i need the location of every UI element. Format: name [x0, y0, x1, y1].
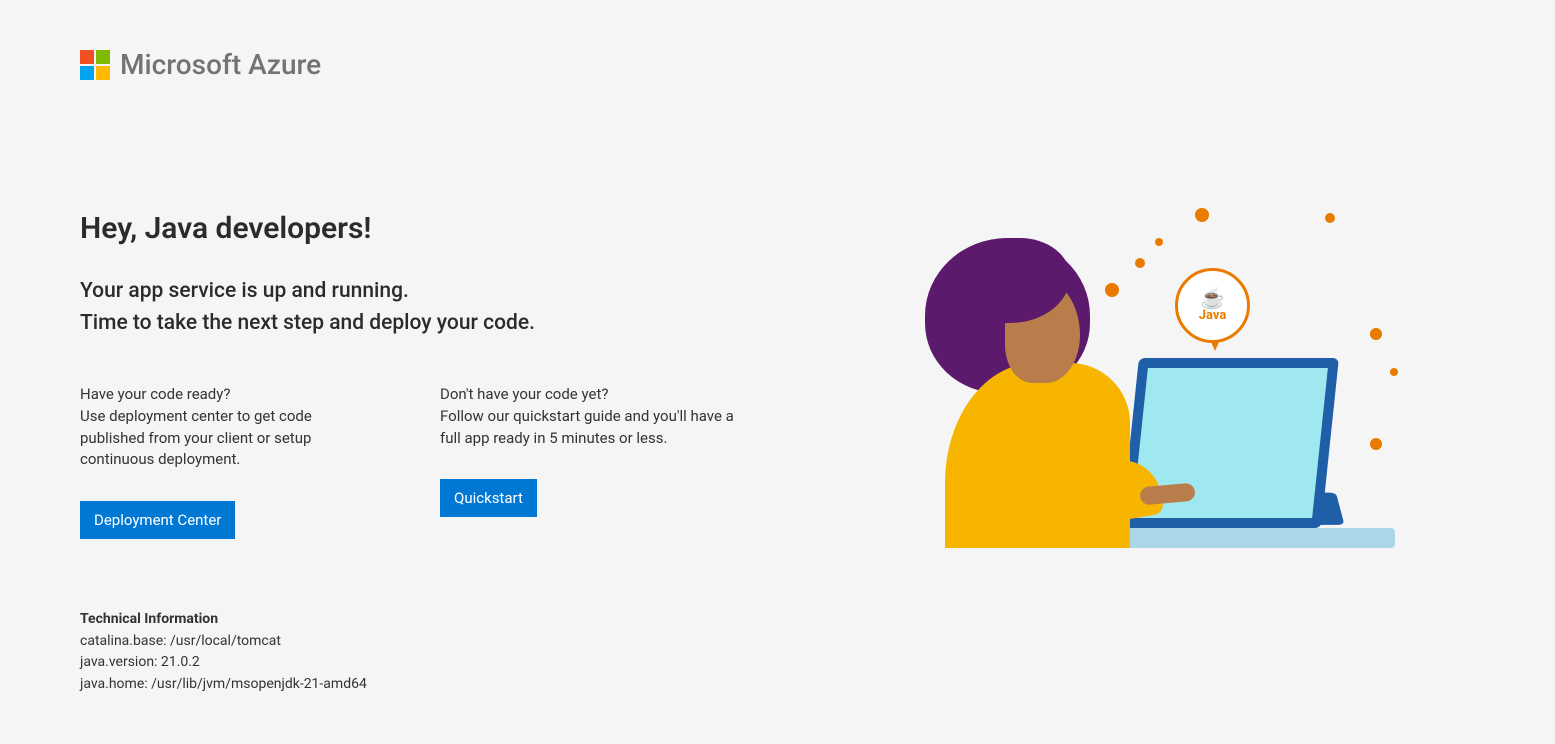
deployment-option-text: Have your code ready? Use deployment cen… — [80, 384, 380, 471]
quickstart-desc: Follow our quickstart guide and you'll h… — [440, 407, 734, 447]
quickstart-option-text: Don't have your code yet? Follow our qui… — [440, 384, 740, 449]
quickstart-button[interactable]: Quickstart — [440, 479, 537, 517]
technical-information: Technical Information catalina.base: /us… — [80, 609, 800, 696]
right-column: ☕ Java — [915, 48, 1475, 696]
sub-heading: Your app service is up and running. Time… — [80, 276, 800, 339]
java-speech-bubble: ☕ Java — [1175, 268, 1250, 343]
java-cup-icon: ☕ — [1200, 288, 1225, 308]
subhead-line-2: Time to take the next step and deploy yo… — [80, 308, 800, 340]
quickstart-option: Don't have your code yet? Follow our qui… — [440, 384, 740, 539]
subhead-line-1: Your app service is up and running. — [80, 276, 800, 308]
microsoft-logo-icon — [80, 50, 110, 80]
page-heading: Hey, Java developers! — [80, 211, 800, 246]
deployment-question: Have your code ready? — [80, 385, 230, 403]
quickstart-question: Don't have your code yet? — [440, 385, 608, 403]
tech-line-catalina-base: catalina.base: /usr/local/tomcat — [80, 631, 800, 653]
developer-illustration: ☕ Java — [915, 188, 1435, 548]
page-container: Microsoft Azure Hey, Java developers! Yo… — [0, 0, 1555, 744]
deployment-option: Have your code ready? Use deployment cen… — [80, 384, 380, 539]
tech-line-java-version: java.version: 21.0.2 — [80, 652, 800, 674]
tech-line-java-home: java.home: /usr/lib/jvm/msopenjdk-21-amd… — [80, 674, 800, 696]
brand-text: Microsoft Azure — [120, 48, 321, 81]
option-columns: Have your code ready? Use deployment cen… — [80, 384, 800, 539]
brand-logo-row: Microsoft Azure — [80, 48, 800, 81]
left-column: Microsoft Azure Hey, Java developers! Yo… — [80, 48, 800, 696]
java-label: Java — [1199, 308, 1227, 323]
technical-information-title: Technical Information — [80, 609, 800, 631]
deployment-center-button[interactable]: Deployment Center — [80, 501, 235, 539]
deployment-desc: Use deployment center to get code publis… — [80, 407, 312, 469]
